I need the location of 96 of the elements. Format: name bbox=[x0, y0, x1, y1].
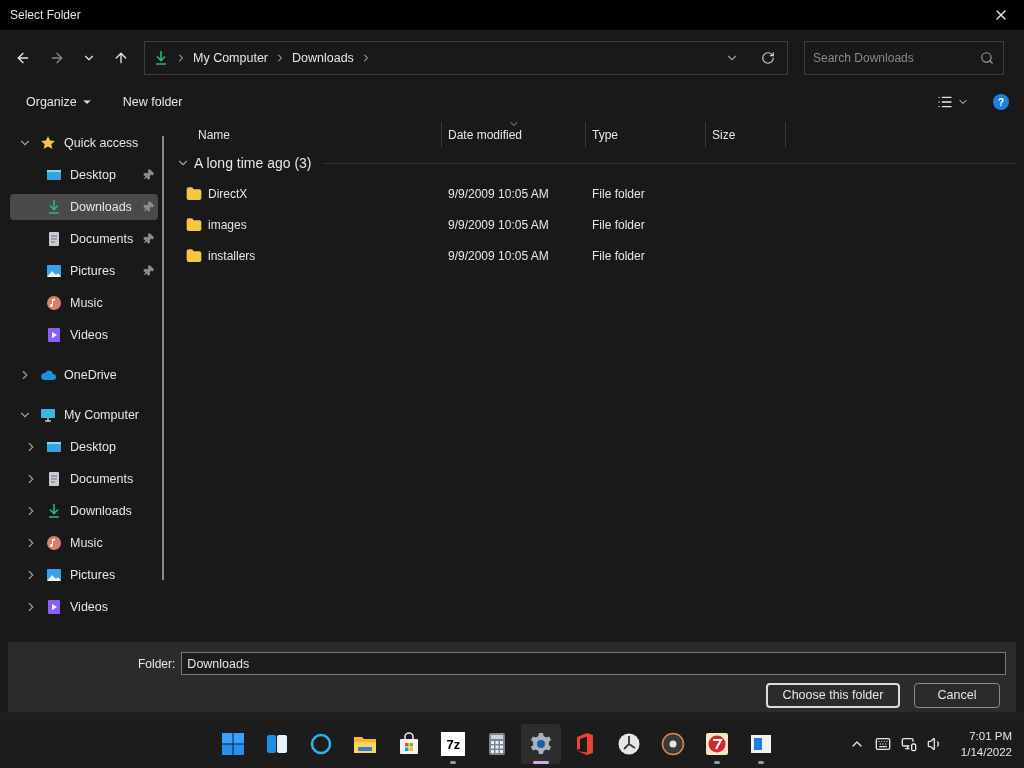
pictures-icon bbox=[46, 567, 62, 583]
nav-item[interactable]: Downloads bbox=[10, 498, 158, 524]
running-indicator bbox=[758, 761, 765, 764]
refresh-icon[interactable] bbox=[761, 51, 775, 65]
nav-item[interactable]: Downloads bbox=[10, 194, 158, 220]
type-cell-text: File folder bbox=[591, 185, 646, 203]
pictures-icon bbox=[46, 263, 62, 279]
nav-item[interactable]: Music bbox=[10, 290, 158, 316]
file-name[interactable]: images bbox=[208, 215, 247, 234]
group-header[interactable]: A long time ago (3) bbox=[194, 152, 312, 174]
document-icon bbox=[46, 471, 62, 487]
scrollbar[interactable] bbox=[162, 136, 164, 580]
nav-label: Pictures bbox=[70, 566, 117, 584]
column-header[interactable]: Size bbox=[706, 122, 786, 148]
nav-label: Music bbox=[70, 294, 104, 312]
nav-label: Videos bbox=[70, 326, 109, 344]
list-view-icon bbox=[937, 94, 953, 110]
nav-label: Documents bbox=[70, 470, 135, 488]
nav-item[interactable]: Videos bbox=[10, 322, 158, 348]
folder-label: Folder: bbox=[138, 655, 176, 673]
search-field[interactable]: Search Downloads bbox=[804, 41, 1004, 75]
file-name[interactable]: installers bbox=[208, 246, 256, 265]
keyboard-icon[interactable] bbox=[874, 736, 891, 752]
arrow-right-icon bbox=[49, 50, 65, 66]
ring-icon[interactable] bbox=[309, 732, 334, 756]
address-bar[interactable]: My Computer Downloads bbox=[144, 41, 788, 75]
clock[interactable]: 7:01 PM 1/14/2022 bbox=[960, 728, 1012, 760]
nav-item[interactable]: Desktop bbox=[10, 434, 158, 460]
view-menu[interactable] bbox=[937, 94, 969, 110]
nav-label: Quick access bbox=[64, 134, 140, 152]
nav-item[interactable]: Music bbox=[10, 530, 158, 556]
start-icon[interactable] bbox=[221, 732, 246, 756]
music-icon bbox=[46, 295, 62, 311]
running-indicator bbox=[450, 761, 457, 764]
column-header[interactable]: Date modified bbox=[442, 122, 586, 148]
window-icon[interactable] bbox=[749, 732, 774, 756]
videos-icon bbox=[46, 327, 62, 343]
nav-label: Desktop bbox=[70, 438, 117, 456]
desktop-icon bbox=[46, 439, 62, 455]
nav-item[interactable]: Pictures bbox=[10, 258, 158, 284]
widgets-icon[interactable] bbox=[265, 732, 290, 756]
file-name[interactable]: DirectX bbox=[208, 184, 248, 203]
network-icon[interactable] bbox=[900, 736, 917, 752]
videos-icon bbox=[46, 599, 62, 615]
type-cell-text: File folder bbox=[591, 247, 646, 265]
clock-icon[interactable] bbox=[617, 732, 642, 756]
nav-label: Music bbox=[70, 534, 104, 552]
folder-field[interactable]: Downloads bbox=[181, 652, 1006, 675]
column-header[interactable]: Type bbox=[586, 122, 706, 148]
nav-label: Downloads bbox=[70, 198, 133, 216]
nav-item[interactable]: Pictures bbox=[10, 562, 158, 588]
running-indicator bbox=[714, 761, 721, 764]
date-cell-text: 9/9/2009 10:05 AM bbox=[447, 185, 550, 203]
window-title: Select Folder bbox=[10, 7, 82, 24]
document-icon bbox=[46, 231, 62, 247]
column-header[interactable]: Name bbox=[172, 122, 442, 148]
organize-menu[interactable]: Organize bbox=[8, 92, 111, 112]
nav-label: My Computer bbox=[64, 406, 141, 424]
archiver-icon[interactable]: 7z bbox=[441, 732, 466, 756]
folder-icon bbox=[186, 185, 202, 202]
dialog-button[interactable]: Choose this folder bbox=[766, 683, 900, 708]
download-icon bbox=[46, 199, 62, 215]
app-icon[interactable] bbox=[705, 732, 730, 756]
star-icon bbox=[40, 135, 56, 151]
nav-label: OneDrive bbox=[64, 366, 118, 384]
nav-item[interactable]: Desktop bbox=[10, 162, 158, 188]
nav-item[interactable]: Videos bbox=[10, 594, 158, 620]
type-cell-text: File folder bbox=[591, 216, 646, 234]
nav-item[interactable]: Documents bbox=[10, 226, 158, 252]
disc-icon[interactable] bbox=[661, 732, 686, 756]
download-icon bbox=[153, 50, 169, 66]
desktop-icon bbox=[46, 167, 62, 183]
breadcrumb[interactable]: My Computer bbox=[193, 48, 269, 68]
running-indicator bbox=[533, 761, 550, 764]
new-folder-button[interactable]: New folder bbox=[110, 92, 195, 112]
nav-label: Pictures bbox=[70, 262, 117, 280]
breadcrumb[interactable]: Downloads bbox=[292, 48, 354, 68]
nav-label: Videos bbox=[70, 598, 109, 616]
folder-icon bbox=[186, 247, 202, 264]
date-cell-text: 9/9/2009 10:05 AM bbox=[447, 216, 550, 234]
dialog-button[interactable]: Cancel bbox=[914, 683, 1000, 708]
download-icon bbox=[46, 503, 62, 519]
nav-item[interactable]: Quick access bbox=[10, 130, 158, 156]
date-cell-text: 9/9/2009 10:05 AM bbox=[447, 247, 550, 265]
search-icon[interactable] bbox=[980, 51, 994, 65]
nav-item[interactable]: OneDrive bbox=[10, 362, 158, 388]
folder-icon bbox=[186, 216, 202, 233]
nav-label: Desktop bbox=[70, 166, 117, 184]
nav-item[interactable]: Documents bbox=[10, 466, 158, 492]
nav-item[interactable]: My Computer bbox=[10, 402, 158, 428]
music-icon bbox=[46, 535, 62, 551]
gear-icon[interactable] bbox=[529, 732, 554, 756]
nav-label: Documents bbox=[70, 230, 134, 248]
monitor-icon bbox=[40, 407, 56, 423]
nav-label: Downloads bbox=[70, 502, 133, 520]
help-button[interactable]: ? bbox=[993, 94, 1009, 110]
